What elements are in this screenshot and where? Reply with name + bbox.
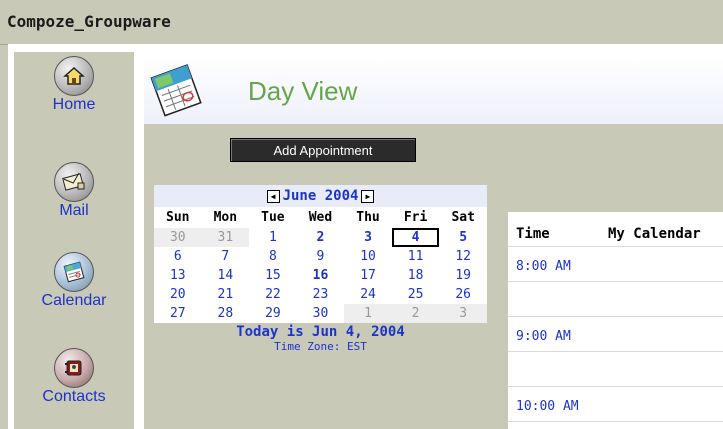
calendar-day[interactable]: 25 xyxy=(392,285,440,304)
time-slot-label: 9:00 AM xyxy=(516,329,571,344)
add-appointment-button[interactable]: Add Appointment xyxy=(230,138,416,162)
month-label[interactable]: June 2004 xyxy=(283,188,359,204)
calendar-day[interactable]: 11 xyxy=(392,247,440,266)
today-link[interactable]: Today is Jun 4, 2004 xyxy=(154,324,487,340)
contacts-icon xyxy=(54,348,94,388)
calendar-week: 6 7 8 9 10 11 12 xyxy=(154,247,487,266)
sidebar-item-label: Mail xyxy=(59,202,89,219)
weekday-header: Wed xyxy=(308,210,333,225)
sidebar-item-mail[interactable]: Mail xyxy=(14,162,134,220)
calendar-day[interactable]: 21 xyxy=(202,285,250,304)
calendar-day[interactable]: 10 xyxy=(344,247,392,266)
timezone-label: Time Zone: EST xyxy=(274,340,367,353)
main-panel: Day View Add Appointment ◀ June 2004 ▶ Sun… xyxy=(144,58,723,429)
calendar-day[interactable]: 26 xyxy=(439,285,487,304)
time-slot[interactable]: 10:00 AM xyxy=(508,387,723,422)
time-slot[interactable]: 9:00 AM xyxy=(508,317,723,352)
calendar-day[interactable]: 13 xyxy=(154,266,202,285)
app-title: Compoze_Groupware xyxy=(7,12,171,31)
month-header: ◀ June 2004 ▶ xyxy=(154,185,487,207)
calendar-day[interactable]: 2 xyxy=(297,228,345,247)
calendar-day[interactable]: 9 xyxy=(297,247,345,266)
sidebar-item-contacts[interactable]: Contacts xyxy=(14,348,134,406)
calendar-week: 13 14 15 16 17 18 19 xyxy=(154,266,487,285)
calendar-day[interactable]: 31 xyxy=(201,228,250,247)
calendar-day[interactable]: 18 xyxy=(392,266,440,285)
title-bar: Compoze_Groupware xyxy=(0,0,723,45)
calendar-day[interactable]: 24 xyxy=(344,285,392,304)
calendar-day[interactable]: 14 xyxy=(202,266,250,285)
home-icon xyxy=(54,56,94,96)
weekday-header: Sat xyxy=(451,210,475,225)
sidebar-item-home[interactable]: Home xyxy=(14,56,134,114)
time-column-header: Time xyxy=(516,226,550,242)
calendar-day[interactable]: 2 xyxy=(391,304,440,323)
time-slot[interactable] xyxy=(508,282,723,317)
time-slot-label: 10:00 AM xyxy=(516,399,579,414)
calendar-week: 27 28 29 30 1 2 3 xyxy=(154,304,487,323)
sidebar-item-calendar[interactable]: Calendar xyxy=(14,252,134,310)
weekday-header: Mon xyxy=(213,210,238,225)
calendar-day[interactable]: 6 xyxy=(154,247,202,266)
calendar-day[interactable]: 23 xyxy=(297,285,345,304)
sidebar: Home Mail Calendar Contacts xyxy=(14,52,134,429)
calendar-day[interactable]: 22 xyxy=(249,285,297,304)
calendar-day[interactable]: 1 xyxy=(249,228,297,247)
page-header: Day View xyxy=(144,58,723,124)
calendar-icon xyxy=(149,62,205,122)
calendar-column-header: My Calendar xyxy=(608,226,701,242)
weekday-header: Fri xyxy=(403,210,428,225)
calendar-day[interactable]: 30 xyxy=(154,228,202,247)
calendar-icon xyxy=(54,252,94,292)
calendar-day[interactable]: 3 xyxy=(344,228,392,247)
triangle-right-icon[interactable]: ▶ xyxy=(361,189,375,203)
calendar-day[interactable]: 29 xyxy=(249,304,297,323)
weekday-header: Thu xyxy=(356,210,380,225)
calendar-day[interactable]: 7 xyxy=(202,247,250,266)
calendar-day[interactable]: 16 xyxy=(297,266,345,285)
triangle-left-icon[interactable]: ◀ xyxy=(266,189,280,203)
calendar-day[interactable]: 12 xyxy=(439,247,487,266)
mail-icon xyxy=(54,162,94,202)
calendar-week: 30 31 1 2 3 4 5 xyxy=(154,228,487,247)
mini-calendar: ◀ June 2004 ▶ Sun Mon Tue Wed Thu Fri Sat … xyxy=(154,185,487,353)
day-schedule: Time My Calendar 8:00 AM 9:00 AM 10:00 A… xyxy=(508,212,723,429)
calendar-day[interactable]: 28 xyxy=(202,304,250,323)
time-slot[interactable] xyxy=(508,352,723,387)
page-title: Day View xyxy=(248,76,358,106)
sidebar-item-label: Home xyxy=(52,96,96,113)
time-slot[interactable]: 8:00 AM xyxy=(508,247,723,282)
time-slot-label: 8:00 AM xyxy=(516,259,571,274)
calendar-day[interactable]: 15 xyxy=(249,266,297,285)
calendar-day[interactable]: 20 xyxy=(154,285,202,304)
calendar-day[interactable]: 8 xyxy=(249,247,297,266)
sidebar-item-label: Contacts xyxy=(42,388,106,405)
weekday-header: Sun xyxy=(166,210,190,225)
calendar-day[interactable]: 17 xyxy=(344,266,392,285)
calendar-week: 20 21 22 23 24 25 26 xyxy=(154,285,487,304)
weekday-header: Tue xyxy=(261,210,285,225)
schedule-header: Time My Calendar xyxy=(508,212,723,247)
calendar-day[interactable]: 5 xyxy=(439,228,487,247)
calendar-day[interactable]: 19 xyxy=(439,266,487,285)
calendar-day-today[interactable]: 4 xyxy=(391,228,440,247)
calendar-grid: Sun Mon Tue Wed Thu Fri Sat 30 31 1 2 3 … xyxy=(154,207,487,323)
calendar-day[interactable]: 3 xyxy=(439,304,487,323)
calendar-day[interactable]: 30 xyxy=(297,304,345,323)
calendar-day[interactable]: 27 xyxy=(154,304,202,323)
calendar-day[interactable]: 1 xyxy=(344,304,392,323)
sidebar-item-label: Calendar xyxy=(41,292,107,309)
